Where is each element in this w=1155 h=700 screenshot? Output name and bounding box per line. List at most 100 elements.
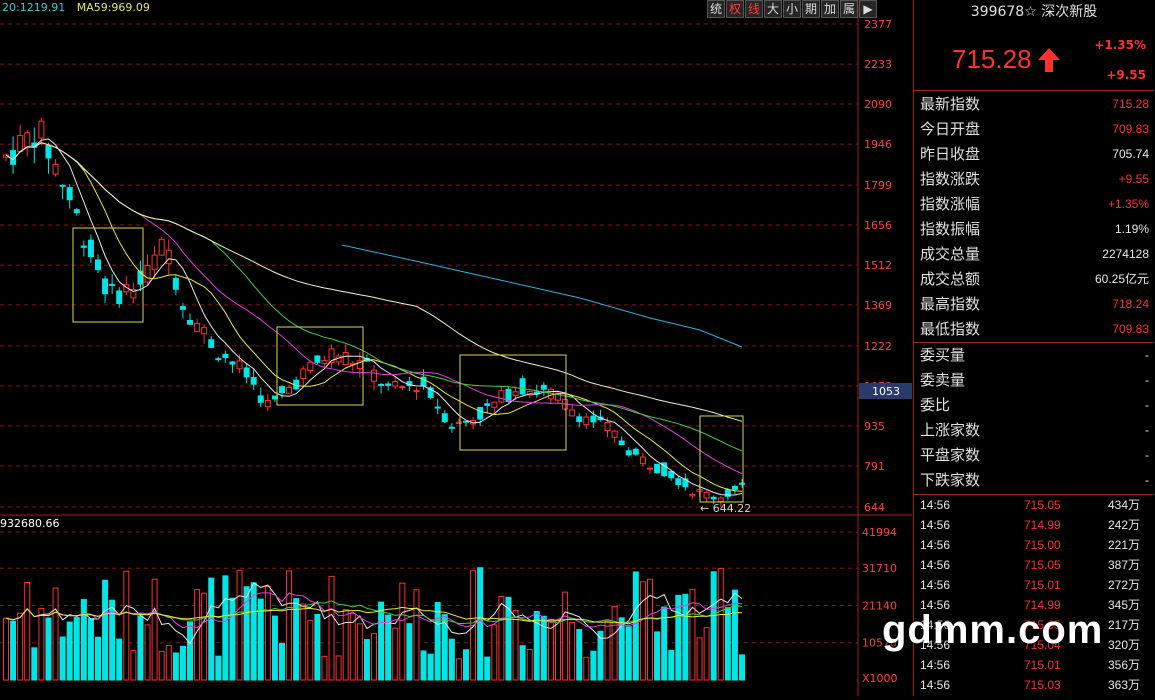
candle-body <box>144 264 151 283</box>
volume-bar <box>569 621 576 681</box>
volume-bar <box>385 614 392 681</box>
volume-bar <box>116 638 123 681</box>
stat-value: 60.25亿元 <box>1094 272 1149 286</box>
candle-body <box>257 395 264 403</box>
volume-bar <box>576 629 583 681</box>
volume-bar <box>434 602 441 681</box>
price-tick-label: 791 <box>864 460 885 473</box>
volume-bar <box>413 589 420 681</box>
stat-label: 指数涨跌 <box>920 170 981 188</box>
toolbar-button-7[interactable]: 属 <box>840 0 858 18</box>
quote-panel: 399678☆ 深次新股 715.28 +1.35% +9.55 最新指数 715… <box>913 0 1155 696</box>
stat-row: 平盘家数 - <box>914 443 1154 468</box>
volume-bar <box>165 645 172 681</box>
candle-body <box>307 361 314 372</box>
stat-value: 1.19% <box>1114 222 1149 236</box>
stat-value: 709.83 <box>1112 322 1149 336</box>
volume-bar <box>300 603 307 681</box>
volume-bar <box>222 575 229 681</box>
candle-body <box>17 134 24 153</box>
chart-toolbar: 统权线大小期加属 ▶ <box>706 0 877 18</box>
tick-time: 14:56 <box>920 678 951 692</box>
candle-body <box>491 401 498 408</box>
candle-body <box>187 320 193 325</box>
tick-row: 14:56 714.99 242万 <box>914 515 1154 535</box>
toolbar-button-6[interactable]: 加 <box>821 0 839 18</box>
stat-row: 上涨家数 - <box>914 418 1154 443</box>
price-tick-label: 2090 <box>864 98 892 111</box>
toolbar-button-1[interactable]: 权 <box>726 0 744 18</box>
stat-label: 昨日收盘 <box>920 145 981 163</box>
candle-body <box>172 277 179 290</box>
candle-body <box>576 416 583 422</box>
change-value: +9.55 <box>1106 68 1146 82</box>
stat-label: 委卖量 <box>920 371 966 389</box>
tick-vol: 320万 <box>1107 638 1140 652</box>
toolbar-button-3[interactable]: 大 <box>764 0 782 18</box>
stat-row: 昨日收盘 705.74 <box>914 142 1154 167</box>
toolbar-button-4[interactable]: 小 <box>783 0 801 18</box>
volume-bar <box>172 652 179 681</box>
volume-bar <box>3 617 9 681</box>
candle-body <box>654 463 661 474</box>
volume-bar <box>208 577 215 681</box>
volume-bar <box>349 613 356 681</box>
volume-bar <box>87 618 94 681</box>
volume-bar <box>611 605 618 681</box>
volume-bar <box>590 650 597 681</box>
volume-bar <box>632 571 639 681</box>
volume-tick-label: 31710 <box>862 562 897 575</box>
change-percent: +1.35% <box>1094 38 1146 52</box>
candle-body <box>52 163 59 175</box>
candle-body <box>448 426 455 429</box>
volume-bar <box>66 621 73 681</box>
candle-body <box>243 367 250 378</box>
volume-bar <box>73 617 80 681</box>
stat-value: 2274128 <box>1102 247 1149 261</box>
volume-bar <box>279 642 285 681</box>
stat-value: +9.55 <box>1118 172 1149 186</box>
volume-bar <box>739 654 745 681</box>
toolbar-button-0[interactable]: 统 <box>707 0 725 18</box>
stat-label: 指数振幅 <box>920 220 981 238</box>
volume-bar <box>123 570 130 681</box>
toolbar-button-5[interactable]: 期 <box>802 0 820 18</box>
stat-row: 指数涨幅 +1.35% <box>914 192 1154 217</box>
stat-value: - <box>1145 473 1149 487</box>
volume-bar <box>519 645 526 681</box>
kline-chart[interactable]: 2377223320901946179916561512136912221078… <box>0 0 912 696</box>
volume-bar <box>371 633 377 681</box>
volume-bar <box>526 649 533 681</box>
volume-bar <box>80 599 87 681</box>
tick-row: 14:56 715.05 434万 <box>914 495 1154 515</box>
tick-time: 14:56 <box>920 578 951 592</box>
toolbar-button-8[interactable]: ▶ <box>859 0 877 18</box>
tick-vol: 217万 <box>1107 618 1140 632</box>
candle-body <box>342 352 349 365</box>
volume-bar <box>144 624 151 681</box>
volume-bar <box>10 620 17 681</box>
toolbar-button-2[interactable]: 线 <box>745 0 763 18</box>
volume-bar <box>710 571 717 681</box>
ma5-line <box>5 138 743 496</box>
candle-body <box>455 421 462 424</box>
stat-label: 指数涨幅 <box>920 195 981 213</box>
stat-row: 指数涨跌 +9.55 <box>914 167 1154 192</box>
tick-time: 14:56 <box>920 498 951 512</box>
current-price: 715.28 <box>952 44 1032 74</box>
candle-body <box>668 470 675 479</box>
volume-bar <box>264 585 271 681</box>
candle-body <box>392 380 399 387</box>
stat-label: 今日开盘 <box>920 120 981 138</box>
candle-body <box>498 390 505 403</box>
low-price-annotation: ← 644.22 <box>700 502 751 515</box>
volume-bar <box>512 609 519 681</box>
tick-price: 715.03 <box>1024 678 1061 692</box>
candle-body <box>279 386 285 393</box>
legend-price: 20:1219.91 <box>2 1 66 14</box>
tick-price: 715.00 <box>1024 538 1061 552</box>
orders-list: 委买量 - 委卖量 - 委比 - 上涨家数 - 平盘家数 - 下跌家数 - <box>914 342 1154 493</box>
kline-svg[interactable]: 2377223320901946179916561512136912221078… <box>0 0 912 696</box>
volume-bar <box>335 655 342 681</box>
volume-bar <box>314 613 321 681</box>
